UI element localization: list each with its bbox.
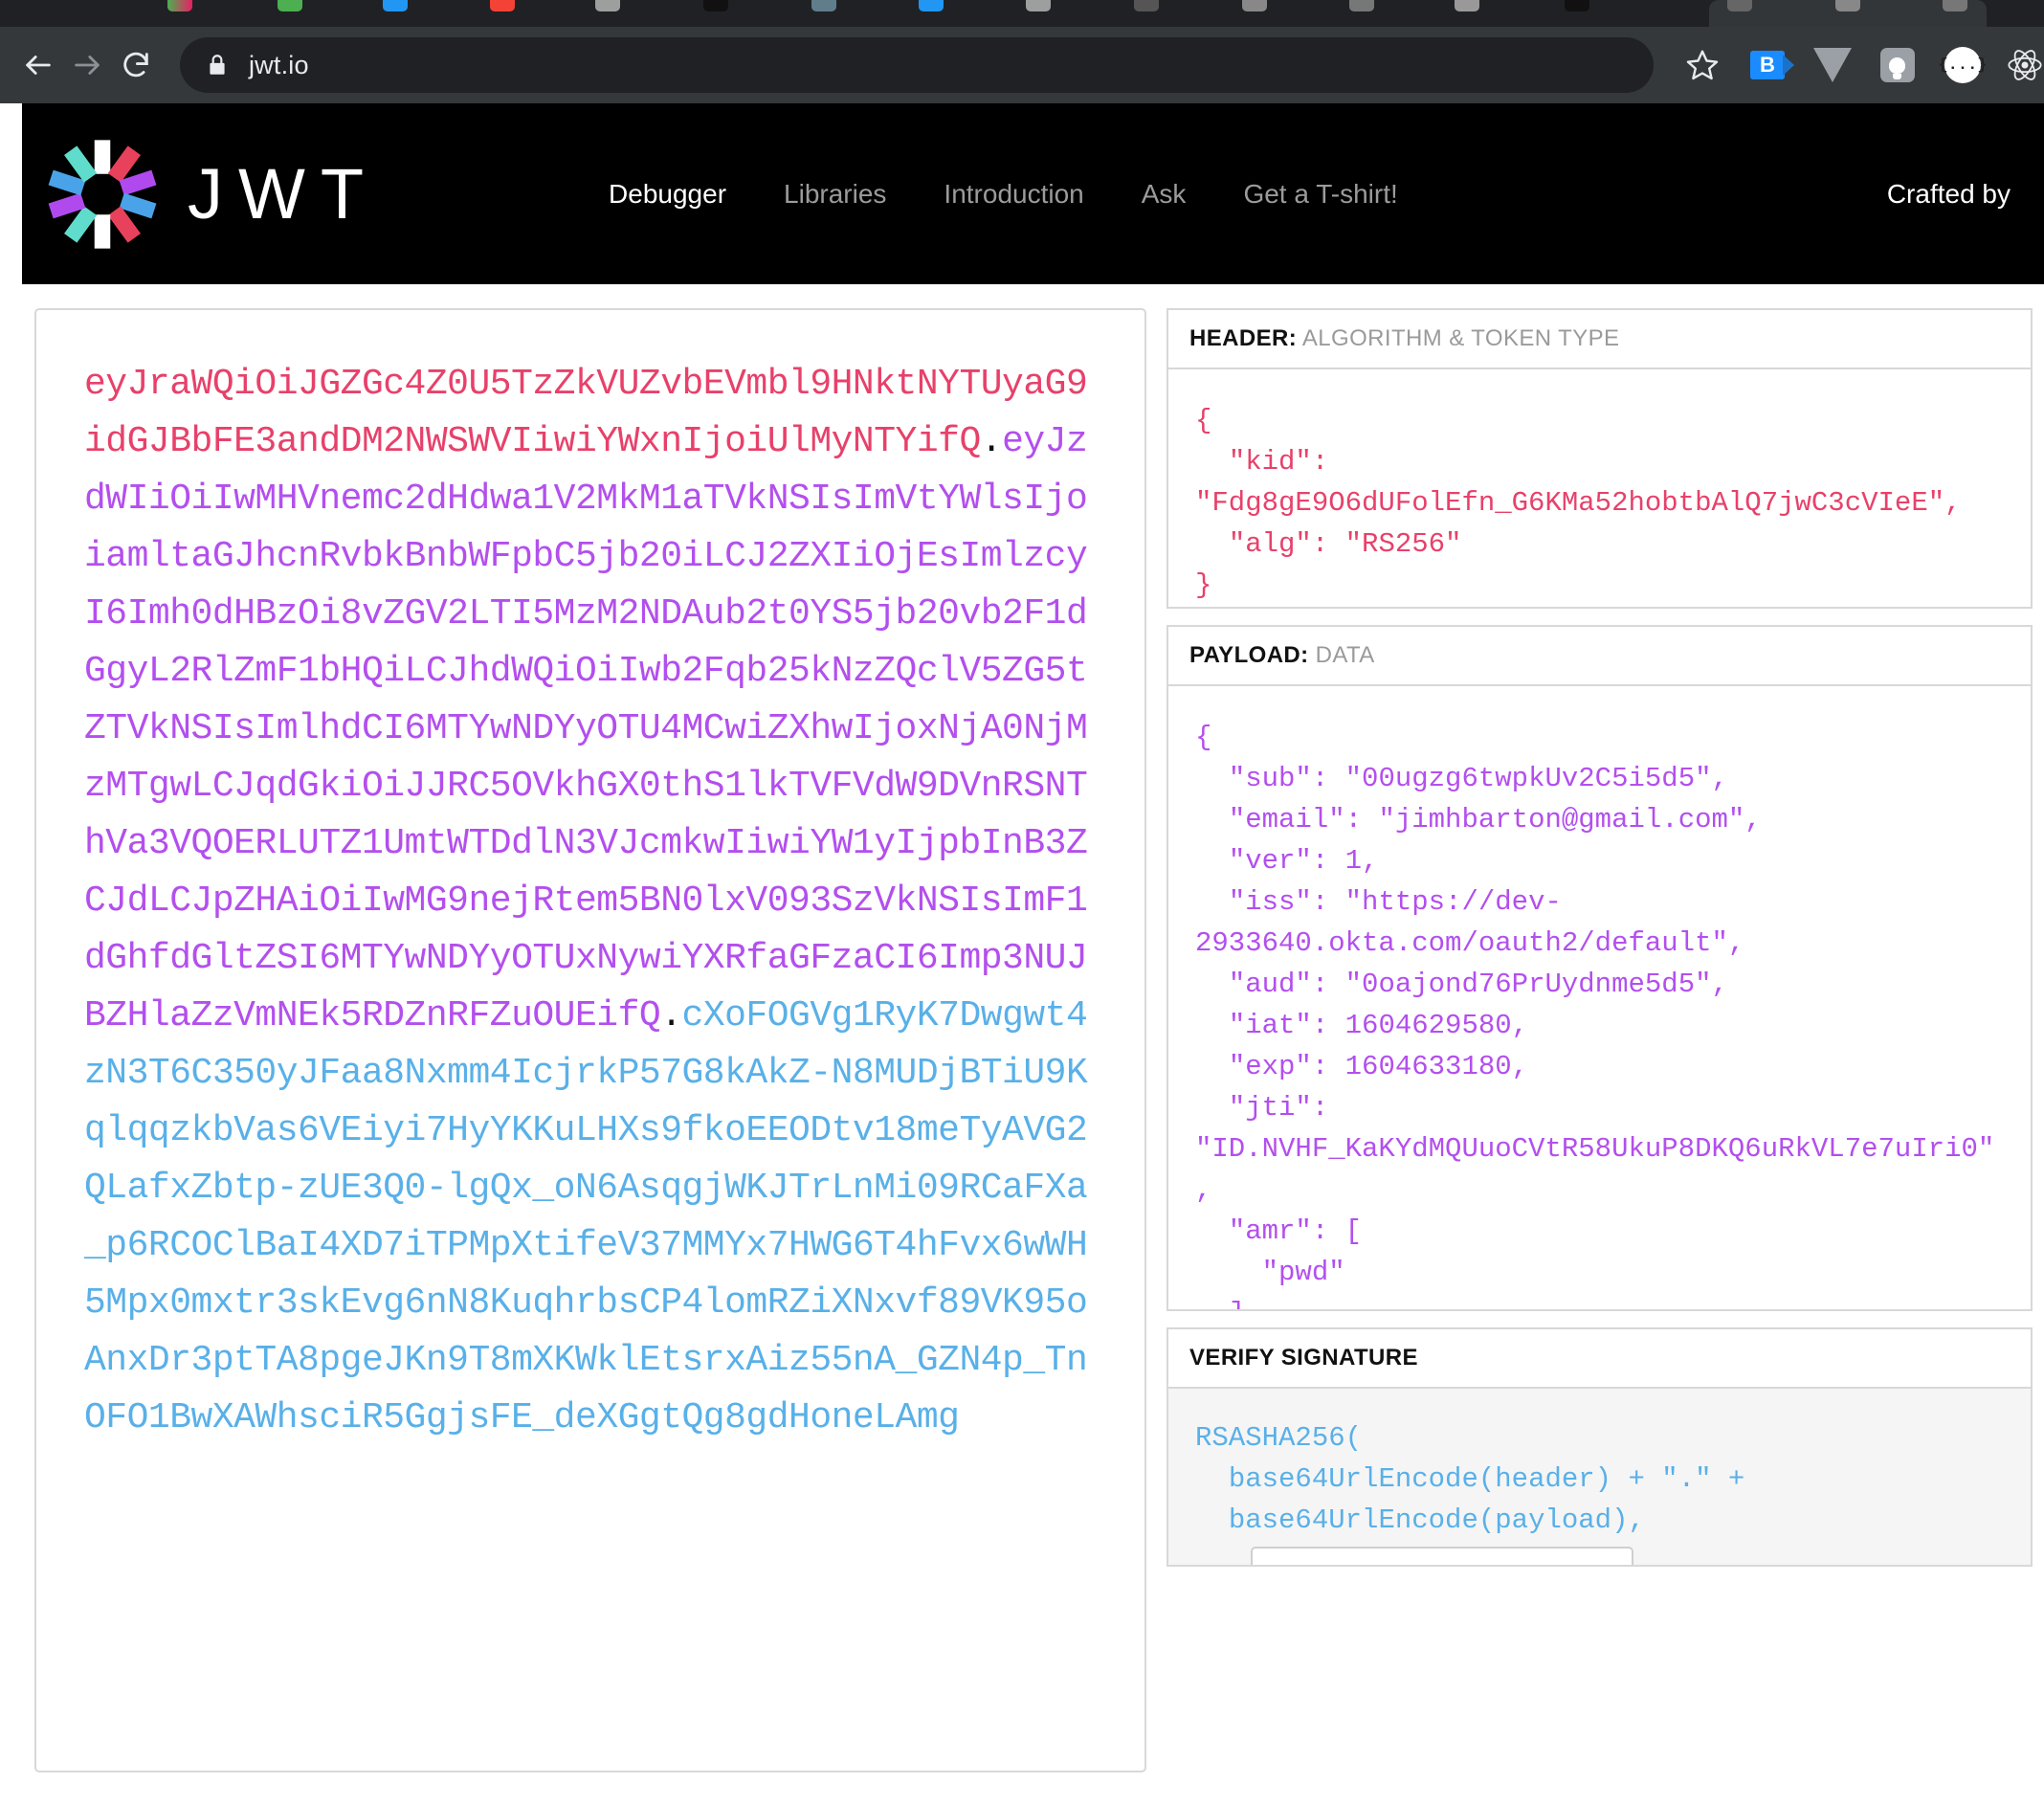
json-formatter-extension-icon[interactable]: {...}: [1938, 43, 1988, 87]
header-section-title: HEADER: ALGORITHM & TOKEN TYPE: [1166, 308, 2033, 368]
tab-favicon[interactable]: [1835, 0, 1860, 11]
browser-chrome: jwt.io B {...}: [0, 0, 2044, 103]
payload-section-sublabel: DATA: [1315, 642, 1375, 668]
lightbulb-extension-icon[interactable]: [1876, 43, 1920, 87]
nav-item-introduction[interactable]: Introduction: [915, 179, 1112, 210]
signature-code-text: RSASHA256( base64UrlEncode(header) + "."…: [1195, 1422, 1745, 1536]
decoded-panel: HEADER: ALGORITHM & TOKEN TYPE { "kid": …: [1166, 308, 2033, 1805]
bandicam-recorder-extension-icon[interactable]: B: [1745, 43, 1794, 87]
payload-json-editor[interactable]: { "sub": "00ugzg6twpkUv2C5i5d5", "email"…: [1166, 684, 2033, 1311]
public-key-input[interactable]: [1251, 1547, 1633, 1565]
token-separator-dot: .: [660, 995, 682, 1036]
site-logo-text: JWT: [188, 154, 380, 234]
back-icon[interactable]: [13, 36, 62, 94]
extension-b-glyph: B: [1749, 51, 1794, 79]
tab-favicon[interactable]: [1565, 0, 1589, 11]
tab-favicon[interactable]: [811, 0, 836, 11]
nav-item-libraries[interactable]: Libraries: [755, 179, 915, 210]
nav-item-debugger[interactable]: Debugger: [580, 179, 755, 210]
tab-favicon[interactable]: [919, 0, 944, 11]
encoded-token-text[interactable]: eyJraWQiOiJGZGc4Z0U5TzZkVUZvbEVmbl9HNktN…: [36, 310, 1144, 1447]
site-logo[interactable]: JWT: [46, 138, 379, 251]
site-header: JWT Debugger Libraries Introduction Ask …: [22, 103, 2044, 284]
header-section-label: HEADER:: [1189, 325, 1298, 351]
tab-favicon[interactable]: [490, 0, 515, 11]
token-header-segment: eyJraWQiOiJGZGc4Z0U5TzZkVUZvbEVmbl9HNktN…: [84, 364, 1088, 462]
tab-favicon[interactable]: [1242, 0, 1267, 11]
tab-favicon[interactable]: [1455, 0, 1479, 11]
tab-favicon[interactable]: [703, 0, 728, 11]
tab-favicon[interactable]: [595, 0, 620, 11]
tab-favicon[interactable]: [167, 0, 192, 11]
nav-item-get-a-tshirt[interactable]: Get a T-shirt!: [1214, 179, 1426, 210]
crafted-by-label: Crafted by: [1886, 178, 2011, 209]
signature-section-title: VERIFY SIGNATURE: [1166, 1327, 2033, 1387]
header-json-editor[interactable]: { "kid": "Fdg8gE9O6dUFolEfn_G6KMa52hobtb…: [1166, 368, 2033, 609]
signature-verification-editor[interactable]: RSASHA256( base64UrlEncode(header) + "."…: [1166, 1387, 2033, 1567]
token-payload-segment: eyJzdWIiOiIwMHVnemc2dHdwa1V2MkM1aTVkNSIs…: [84, 421, 1088, 1036]
encoded-token-panel[interactable]: eyJraWQiOiJGZGc4Z0U5TzZkVUZvbEVmbl9HNktN…: [34, 308, 1146, 1772]
tab-favicon[interactable]: [1349, 0, 1374, 11]
tab-favicon[interactable]: [1943, 0, 1967, 11]
payload-section-title: PAYLOAD: DATA: [1166, 625, 2033, 684]
forward-icon[interactable]: [62, 36, 111, 94]
debugger-main: eyJraWQiOiJGZGc4Z0U5TzZkVUZvbEVmbl9HNktN…: [22, 284, 2044, 1805]
browser-toolbar: jwt.io B {...}: [0, 27, 2044, 103]
toolbar-icon-group: B {...}: [1680, 43, 2044, 87]
lock-icon: [205, 53, 230, 78]
tab-favicon[interactable]: [383, 0, 408, 11]
payload-section-label: PAYLOAD:: [1189, 642, 1309, 668]
token-signature-segment: cXoFOGVg1RyK7Dwgwt4zN3T6C350yJFaa8Nxmm4I…: [84, 995, 1088, 1438]
tab-favicons-strip: [0, 0, 2044, 12]
token-separator-dot: .: [980, 421, 1003, 462]
nav-item-ask[interactable]: Ask: [1113, 179, 1215, 210]
header-section-sublabel: ALGORITHM & TOKEN TYPE: [1301, 325, 1620, 351]
reload-icon[interactable]: [112, 36, 161, 94]
tab-favicon[interactable]: [1026, 0, 1051, 11]
vue-devtools-extension-icon[interactable]: [1811, 43, 1855, 87]
signature-section-label: VERIFY SIGNATURE: [1189, 1345, 1418, 1370]
tab-favicon[interactable]: [1727, 0, 1752, 11]
react-devtools-extension-icon[interactable]: [2006, 46, 2044, 84]
bookmark-star-icon[interactable]: [1680, 43, 1724, 87]
tab-favicon[interactable]: [1134, 0, 1159, 11]
json-glyph: {...}: [1938, 47, 1988, 83]
url-text: jwt.io: [248, 50, 309, 79]
site-nav: Debugger Libraries Introduction Ask Get …: [580, 179, 1427, 210]
tab-favicon[interactable]: [278, 0, 302, 11]
address-bar[interactable]: jwt.io: [179, 37, 1654, 93]
jwt-logo-icon: [48, 139, 157, 249]
